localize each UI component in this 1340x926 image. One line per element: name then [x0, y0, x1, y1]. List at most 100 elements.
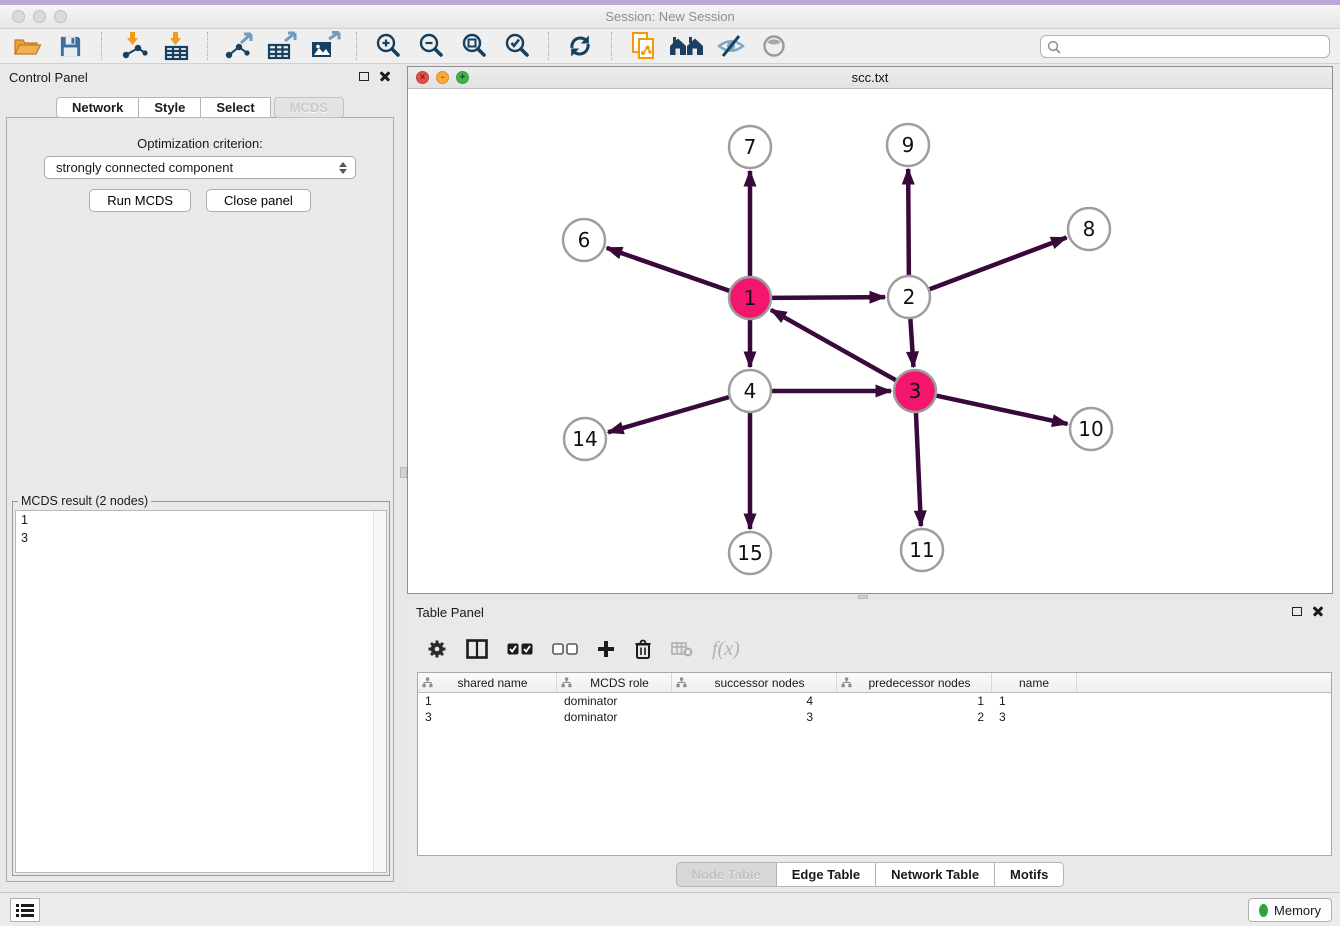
close-table-panel-icon[interactable] [1313, 606, 1323, 616]
svg-text:1: 1 [744, 286, 757, 310]
table-settings-button[interactable] [427, 639, 447, 659]
graph-node-11[interactable]: 11 [901, 529, 943, 571]
cell-successor-nodes[interactable]: 3 [672, 710, 837, 724]
refresh-view-button[interactable] [563, 30, 597, 62]
graph-edge-3-11[interactable] [916, 413, 921, 526]
graph-node-8[interactable]: 8 [1068, 208, 1110, 250]
graph-node-15[interactable]: 15 [729, 532, 771, 574]
svg-text:11: 11 [909, 538, 934, 562]
graph-node-1[interactable]: 1 [729, 277, 771, 319]
node-table: shared nameMCDS rolesuccessor nodesprede… [417, 672, 1332, 856]
delete-column-button[interactable] [634, 639, 652, 660]
tab-select[interactable]: Select [201, 97, 270, 118]
column-header-successor-nodes[interactable]: successor nodes [672, 673, 837, 692]
zoom-fit-button[interactable] [457, 30, 491, 62]
column-header-mcds-role[interactable]: MCDS role [557, 673, 672, 692]
float-panel-icon[interactable] [359, 72, 369, 81]
table-row[interactable]: 3dominator323 [418, 709, 1331, 725]
cell-shared-name[interactable]: 1 [418, 694, 557, 708]
column-selector-button[interactable] [466, 639, 488, 659]
graph-edge-1-6[interactable] [607, 248, 730, 291]
first-neighbors-button[interactable] [669, 30, 705, 62]
table-row[interactable]: 1dominator411 [418, 693, 1331, 709]
graph-edge-2-9[interactable] [908, 169, 909, 275]
graph-node-9[interactable]: 9 [887, 124, 929, 166]
splitter-handle[interactable] [858, 595, 868, 599]
cell-name[interactable]: 1 [992, 694, 1077, 708]
tab-style[interactable]: Style [139, 97, 201, 118]
memory-button[interactable]: Memory [1248, 898, 1332, 922]
tab-motifs[interactable]: Motifs [995, 862, 1064, 887]
search-input[interactable] [1040, 35, 1330, 58]
copy-network-icon [630, 31, 657, 61]
checked-boxes-icon [507, 643, 533, 655]
tab-network[interactable]: Network [56, 97, 139, 118]
graph-node-6[interactable]: 6 [563, 219, 605, 261]
import-table-button[interactable] [159, 30, 193, 62]
network-canvas[interactable]: 7 9 6 8 1 2 4 3 14 10 15 11 [408, 89, 1332, 593]
float-table-panel-icon[interactable] [1292, 607, 1302, 616]
task-history-button[interactable] [10, 898, 40, 922]
graph-node-2[interactable]: 2 [888, 276, 930, 318]
cell-mcds-role[interactable]: dominator [557, 694, 672, 708]
cell-shared-name[interactable]: 3 [418, 710, 557, 724]
save-session-button[interactable] [53, 30, 87, 62]
open-file-button[interactable] [10, 30, 44, 62]
mcds-result-text[interactable]: 1 3 [15, 510, 387, 873]
graph-edge-3-1[interactable] [771, 310, 896, 380]
cell-predecessor-nodes[interactable]: 2 [837, 710, 992, 724]
select-all-button[interactable] [507, 643, 533, 655]
zoom-out-button[interactable] [414, 30, 448, 62]
graph-node-3[interactable]: 3 [894, 370, 936, 412]
graph-edge-2-3[interactable] [910, 319, 913, 367]
hide-selected-button[interactable] [714, 30, 748, 62]
graph-node-4[interactable]: 4 [729, 370, 771, 412]
network-canvas-svg: 7 9 6 8 1 2 4 3 14 10 15 11 [408, 89, 1332, 593]
deselect-all-button[interactable] [552, 643, 578, 655]
function-builder-button[interactable]: f(x) [712, 638, 740, 661]
svg-text:3: 3 [909, 379, 922, 403]
close-panel-icon[interactable] [380, 71, 390, 81]
control-panel-header: Control Panel [0, 64, 400, 90]
graph-edge-3-10[interactable] [937, 396, 1068, 424]
export-table-button[interactable] [265, 30, 299, 62]
vertical-splitter[interactable] [400, 64, 407, 892]
toolbar-separator [548, 32, 549, 60]
graph-node-7[interactable]: 7 [729, 126, 771, 168]
graph-edge-4-14[interactable] [608, 397, 729, 432]
tab-node-table[interactable]: Node Table [676, 862, 777, 887]
tab-edge-table[interactable]: Edge Table [777, 862, 876, 887]
zoom-selected-icon [503, 32, 531, 60]
column-header-predecessor-nodes[interactable]: predecessor nodes [837, 673, 992, 692]
tab-network-table[interactable]: Network Table [876, 862, 995, 887]
cell-successor-nodes[interactable]: 4 [672, 694, 837, 708]
splitter-handle[interactable] [400, 467, 407, 478]
new-network-from-selection-button[interactable] [626, 30, 660, 62]
close-panel-button[interactable]: Close panel [206, 189, 311, 212]
graph-edge-2-8[interactable] [930, 237, 1067, 289]
tree-icon [676, 677, 687, 688]
graph-edge-1-2[interactable] [772, 297, 885, 298]
column-header-shared-name[interactable]: shared name [418, 673, 557, 692]
network-window-titlebar[interactable]: × - + scc.txt [408, 67, 1332, 89]
cell-name[interactable]: 3 [992, 710, 1077, 724]
show-graphics-details-button[interactable] [757, 30, 791, 62]
svg-text:7: 7 [744, 135, 757, 159]
zoom-selected-button[interactable] [500, 30, 534, 62]
cell-mcds-role[interactable]: dominator [557, 710, 672, 724]
add-column-button[interactable] [597, 640, 615, 658]
tab-mcds[interactable]: MCDS [274, 97, 344, 118]
column-header-name[interactable]: name [992, 673, 1077, 692]
graph-node-10[interactable]: 10 [1070, 408, 1112, 450]
toolbar-separator [101, 32, 102, 60]
zoom-in-button[interactable] [371, 30, 405, 62]
optimization-criterion-dropdown[interactable]: strongly connected component [44, 156, 356, 179]
export-image-button[interactable] [308, 30, 342, 62]
svg-text:8: 8 [1083, 217, 1096, 241]
cell-predecessor-nodes[interactable]: 1 [837, 694, 992, 708]
delete-table-button[interactable] [671, 641, 693, 657]
graph-node-14[interactable]: 14 [564, 418, 606, 460]
run-mcds-button[interactable]: Run MCDS [89, 189, 191, 212]
export-network-button[interactable] [222, 30, 256, 62]
import-network-button[interactable] [116, 30, 150, 62]
